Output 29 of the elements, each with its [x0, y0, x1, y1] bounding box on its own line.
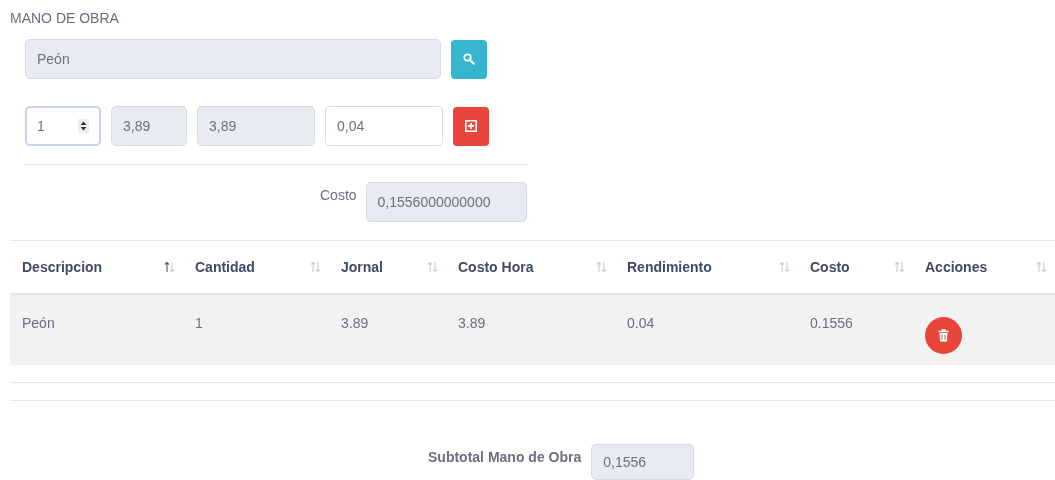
sort-icon[interactable]: [164, 261, 175, 273]
input-field[interactable]: 0,04: [325, 106, 443, 146]
trash-icon: [938, 329, 949, 342]
table-cell: 3.89: [341, 315, 369, 331]
costo-field[interactable]: 0,1556000000000: [365, 182, 527, 222]
add-button[interactable]: [453, 106, 489, 146]
delete-button[interactable]: [925, 317, 962, 354]
subtotal-field[interactable]: 0,1556: [591, 444, 695, 480]
quantity-spinner[interactable]: 1: [25, 106, 101, 146]
column-header[interactable]: Rendimiento: [627, 259, 712, 275]
column-header[interactable]: Cantidad: [195, 259, 255, 275]
subtotal-label: Subtotal Mano de Obra: [428, 449, 582, 465]
section-title: MANO DE OBRA: [10, 10, 120, 26]
column-header[interactable]: Jornal: [341, 259, 383, 275]
spinner-arrows-icon: [78, 119, 89, 133]
plus-box-icon: [465, 120, 477, 132]
column-header[interactable]: Acciones: [925, 259, 988, 275]
column-header[interactable]: Descripcion: [22, 259, 103, 275]
table-cell: 0.04: [627, 315, 655, 331]
table-cell: 0.1556: [810, 315, 853, 331]
search-button[interactable]: [451, 39, 487, 79]
table-cell: 3.89: [458, 315, 486, 331]
search-icon: [463, 53, 475, 65]
column-header[interactable]: Costo: [810, 259, 850, 275]
column-header[interactable]: Costo Hora: [458, 259, 534, 275]
table-cell: 1: [195, 315, 203, 331]
costo-label: Costo: [320, 187, 357, 203]
search-field[interactable]: Peón: [25, 39, 441, 79]
table-cell: Peón: [22, 315, 55, 331]
